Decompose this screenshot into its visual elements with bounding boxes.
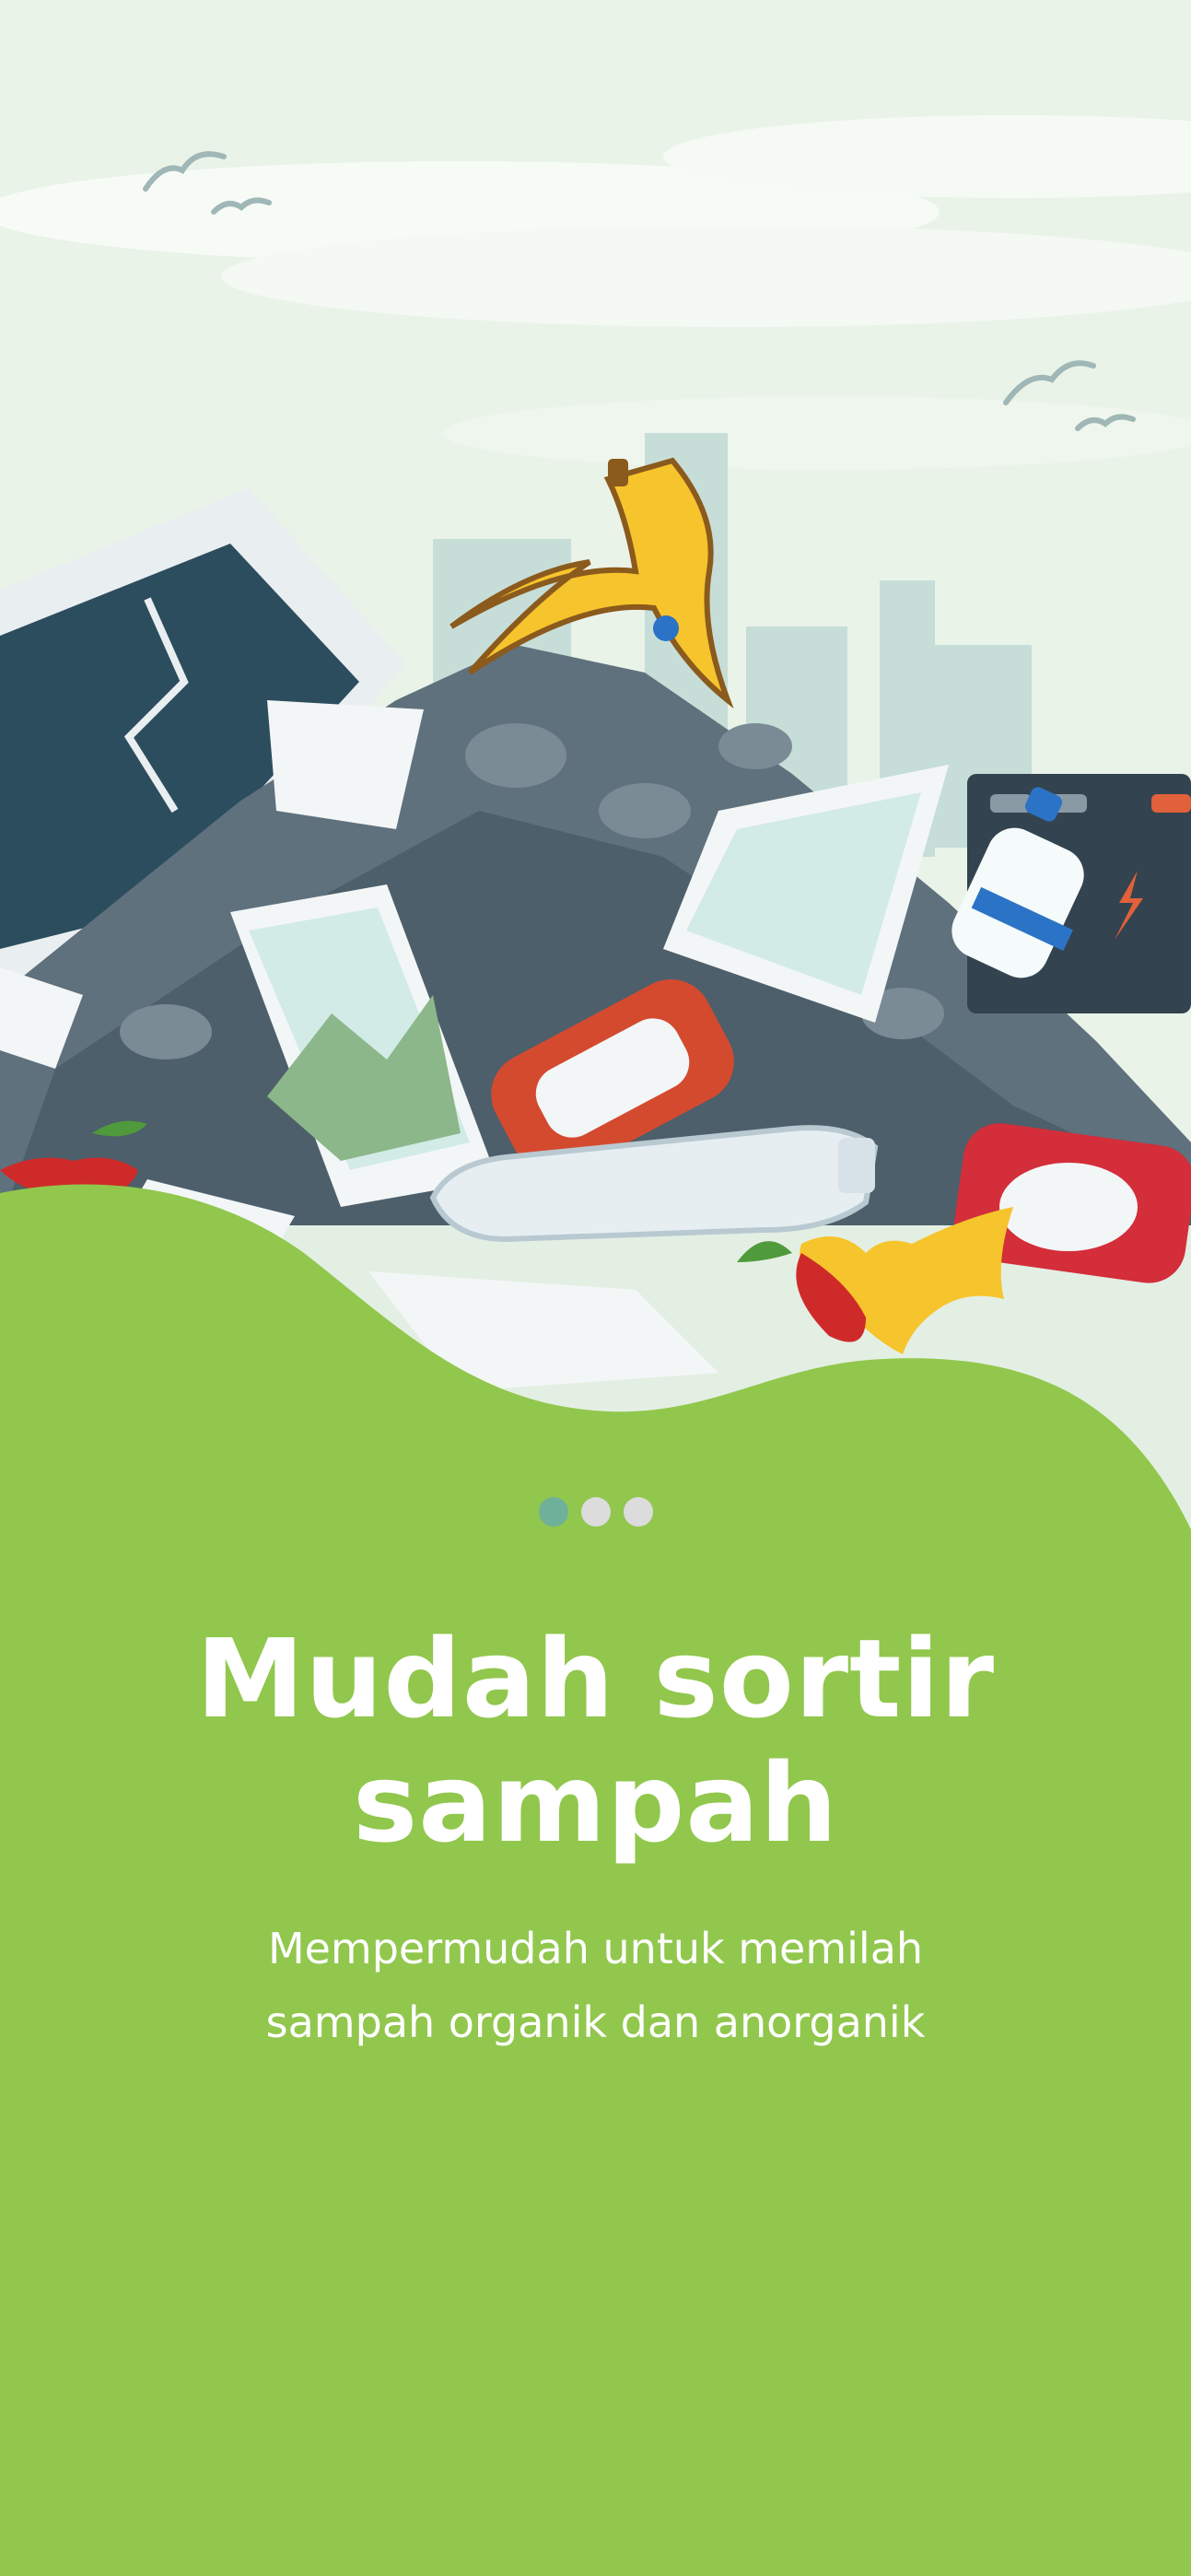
page-indicator-dot[interactable] bbox=[623, 1497, 653, 1527]
content-panel bbox=[0, 1184, 1191, 2576]
page-indicator-dot[interactable] bbox=[580, 1497, 611, 1527]
onboarding-screen: Mudah sortir sampah Mempermudah untuk me… bbox=[0, 0, 1191, 2576]
page-indicator bbox=[0, 1497, 1191, 1527]
page-indicator-dot-active[interactable] bbox=[538, 1497, 568, 1527]
onboarding-subtitle: Mempermudah untuk memilah sampah organik… bbox=[265, 1924, 926, 2047]
onboarding-title: Mudah sortir sampah bbox=[195, 1615, 996, 1867]
